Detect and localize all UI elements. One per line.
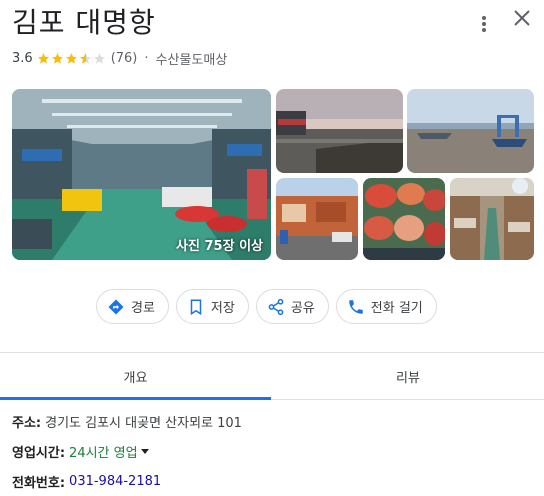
place-header: 김포 대명항 3.6 (76) · 수산물도매상 — [12, 4, 544, 80]
star-icon — [37, 52, 49, 64]
photo-gallery: 사진 75장 이상 — [12, 89, 534, 260]
photo-count-label: 사진 75장 이상 — [176, 239, 263, 254]
star-icon — [51, 52, 63, 64]
phone-icon — [349, 299, 363, 314]
rating-row: 3.6 (76) · 수산물도매상 — [12, 48, 227, 68]
share-icon — [268, 298, 284, 315]
tab-reviews[interactable]: 리뷰 — [272, 353, 544, 400]
photo-thumbnail[interactable] — [276, 178, 358, 260]
rating-score: 3.6 — [12, 50, 33, 66]
call-label: 전화 걸기 — [370, 301, 423, 316]
directions-icon — [108, 299, 124, 314]
action-buttons: 경로 저장 공유 전화 걸기 — [96, 289, 437, 324]
tab-overview[interactable]: 개요 — [0, 353, 271, 400]
address-value: 경기도 김포시 대곶면 산자뫼로 101 — [45, 415, 242, 431]
star-rating — [37, 52, 107, 65]
place-title: 김포 대명항 — [12, 6, 156, 39]
caret-down-icon — [140, 449, 149, 454]
main-photo[interactable]: 사진 75장 이상 — [12, 89, 271, 260]
call-button[interactable]: 전화 걸기 — [335, 289, 437, 324]
bookmark-icon — [190, 299, 202, 315]
hours-row: 영업시간: 24시간 영업 — [12, 440, 150, 462]
address-row: 주소: 경기도 김포시 대곶면 산자뫼로 101 — [12, 410, 242, 432]
hours-value: 24시간 영업 — [69, 445, 138, 461]
share-button[interactable]: 공유 — [255, 289, 329, 324]
save-button[interactable]: 저장 — [175, 289, 249, 324]
share-label: 공유 — [290, 301, 315, 316]
hours-dropdown[interactable]: 24시간 영업 — [69, 442, 150, 461]
close-icon[interactable] — [510, 6, 534, 30]
photo-thumbnail[interactable] — [407, 89, 534, 173]
star-icon — [65, 52, 77, 64]
star-empty-icon — [93, 52, 105, 64]
directions-label: 경로 — [131, 301, 155, 316]
photo-thumbnail[interactable] — [450, 178, 534, 260]
separator: · — [144, 50, 149, 66]
hours-label: 영업시간: — [12, 445, 66, 461]
review-count[interactable]: (76) — [111, 51, 138, 66]
place-category: 수산물도매상 — [155, 52, 228, 68]
more-options-icon[interactable] — [474, 12, 494, 36]
tab-bar: 개요 리뷰 — [0, 352, 544, 400]
active-tab-indicator — [0, 397, 271, 400]
phone-number-link[interactable]: 031-984-2181 — [69, 474, 161, 489]
phone-row: 전화번호: 031-984-2181 — [12, 470, 161, 492]
star-half-icon — [79, 52, 91, 64]
directions-button[interactable]: 경로 — [96, 289, 169, 324]
photo-thumbnail[interactable] — [276, 89, 403, 173]
photo-thumbnail[interactable] — [363, 178, 445, 260]
phone-label: 전화번호: — [12, 475, 66, 491]
address-label: 주소: — [12, 415, 42, 431]
save-label: 저장 — [210, 301, 235, 316]
